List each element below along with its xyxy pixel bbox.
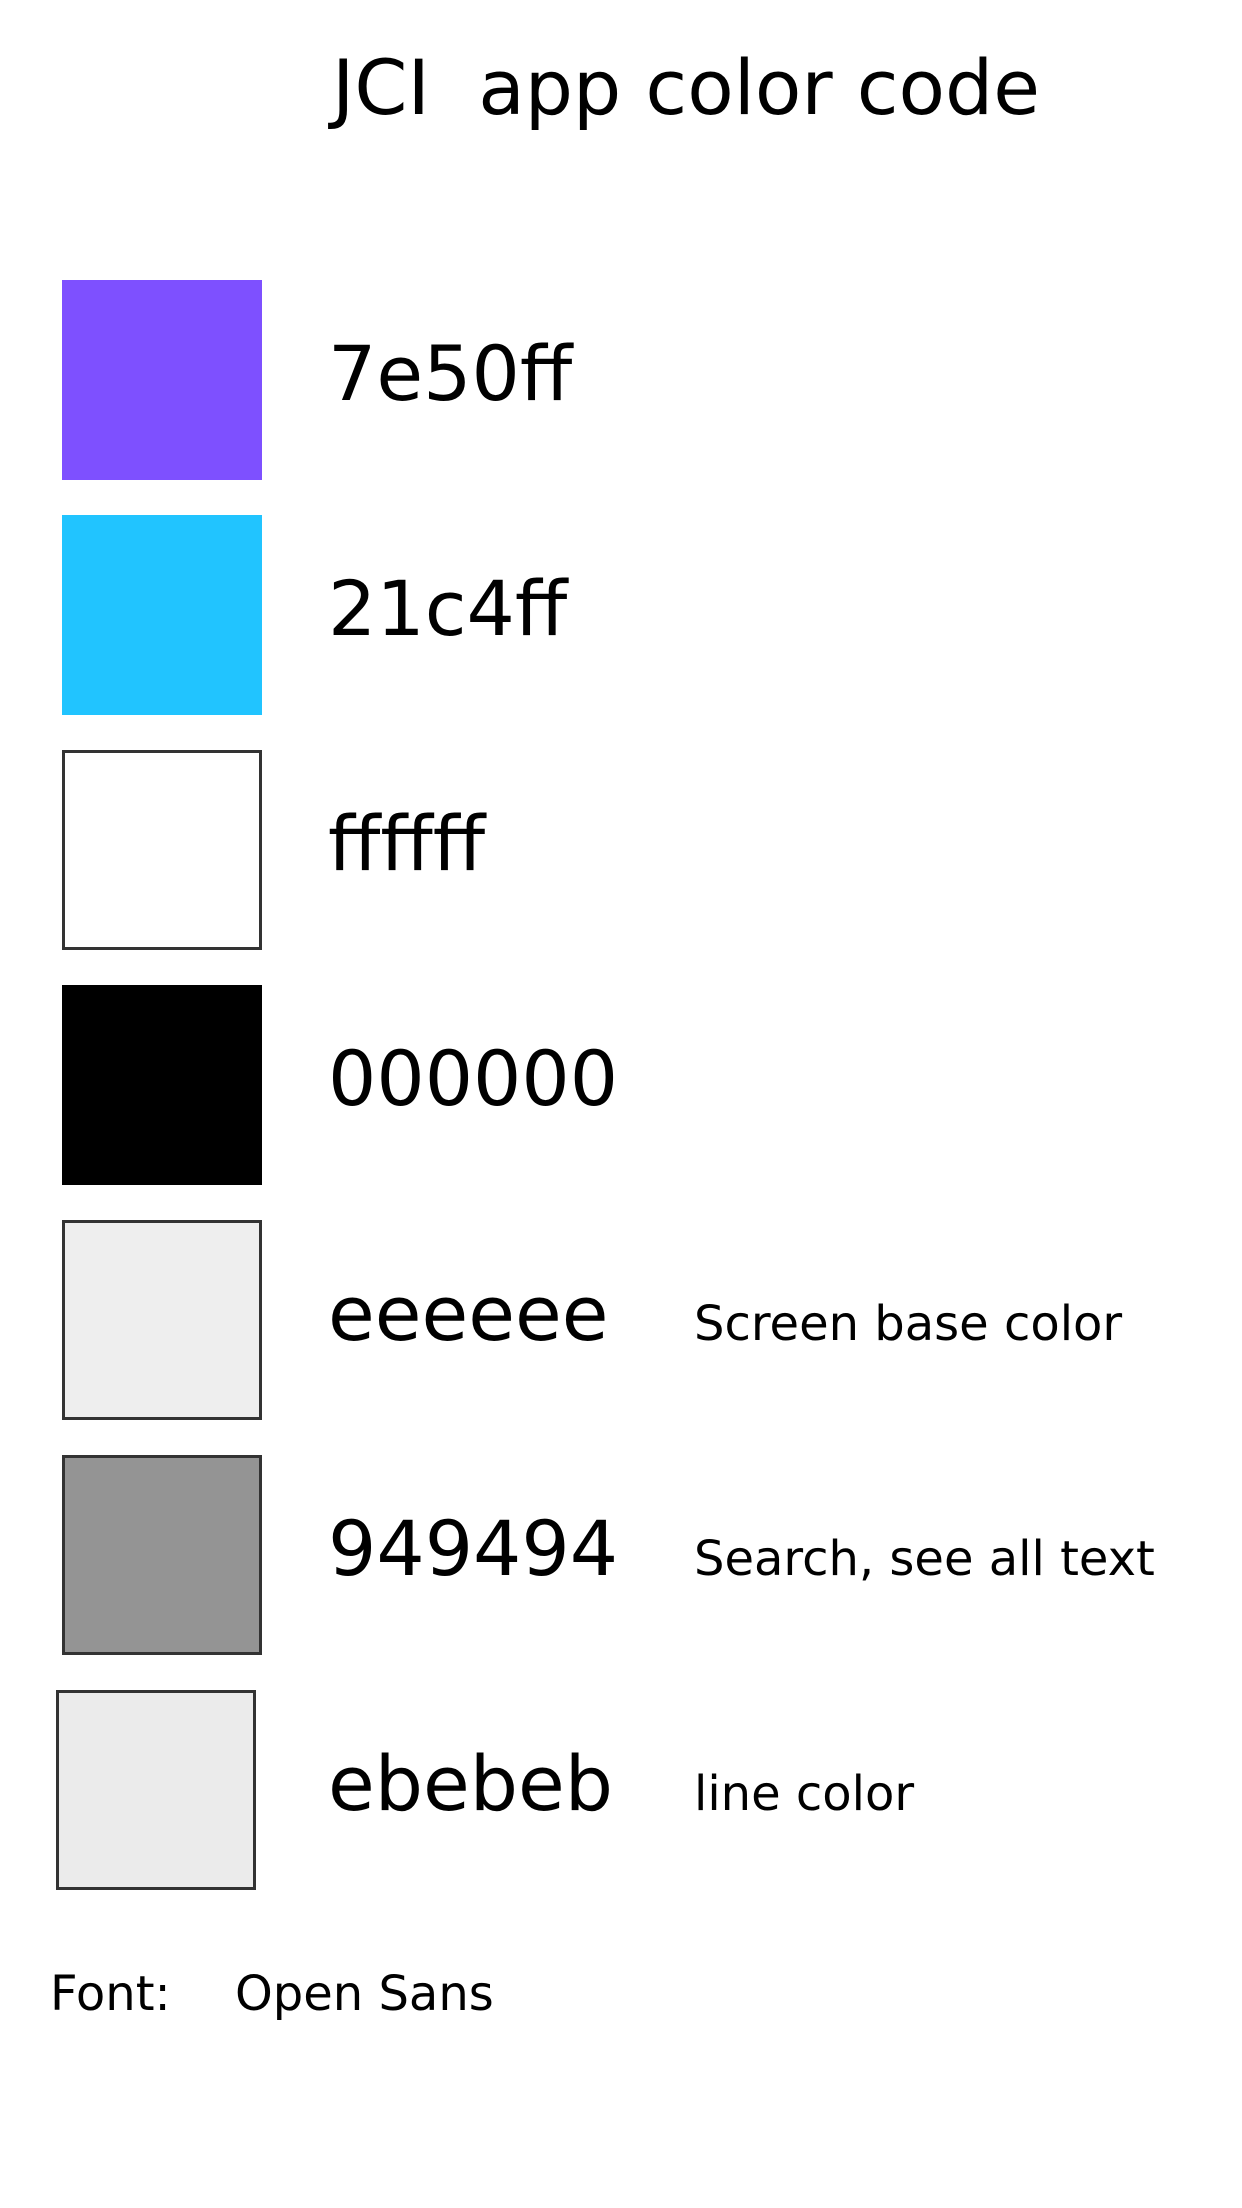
- color-hex-label: 7e50ff: [328, 329, 573, 418]
- font-label: Font:: [50, 1966, 171, 2022]
- color-swatch-line: [56, 1690, 256, 1890]
- color-hex-label: 949494: [328, 1504, 619, 1593]
- color-hex-label: ffffff: [328, 799, 486, 888]
- color-swatch-search-text: [62, 1455, 262, 1655]
- color-hex-label: ebebeb: [328, 1739, 613, 1828]
- color-row-line: ebebeb line color: [0, 1690, 1242, 1890]
- color-hex-label: eeeeee: [328, 1269, 609, 1358]
- color-usage-note: Screen base color: [694, 1296, 1123, 1352]
- color-swatch-black: [62, 985, 262, 1185]
- color-hex-label: 21c4ff: [328, 564, 568, 653]
- color-swatch-cyan: [62, 515, 262, 715]
- color-usage-note: Search, see all text: [694, 1531, 1155, 1587]
- color-row-cyan: 21c4ff: [0, 515, 1242, 715]
- color-swatch-purple: [62, 280, 262, 480]
- color-row-white: ffffff: [0, 750, 1242, 950]
- color-swatch-white: [62, 750, 262, 950]
- color-usage-note: line color: [694, 1766, 915, 1822]
- color-swatch-screen-base: [62, 1220, 262, 1420]
- color-row-purple: 7e50ff: [0, 280, 1242, 480]
- color-row-search-text: 949494 Search, see all text: [0, 1455, 1242, 1655]
- font-value: Open Sans: [235, 1966, 494, 2022]
- color-hex-label: 000000: [328, 1034, 619, 1123]
- color-row-screen-base: eeeeee Screen base color: [0, 1220, 1242, 1420]
- page-title: JCI app color code: [332, 43, 1041, 132]
- color-row-black: 000000: [0, 985, 1242, 1185]
- font-info: Font: Open Sans: [50, 1970, 494, 2018]
